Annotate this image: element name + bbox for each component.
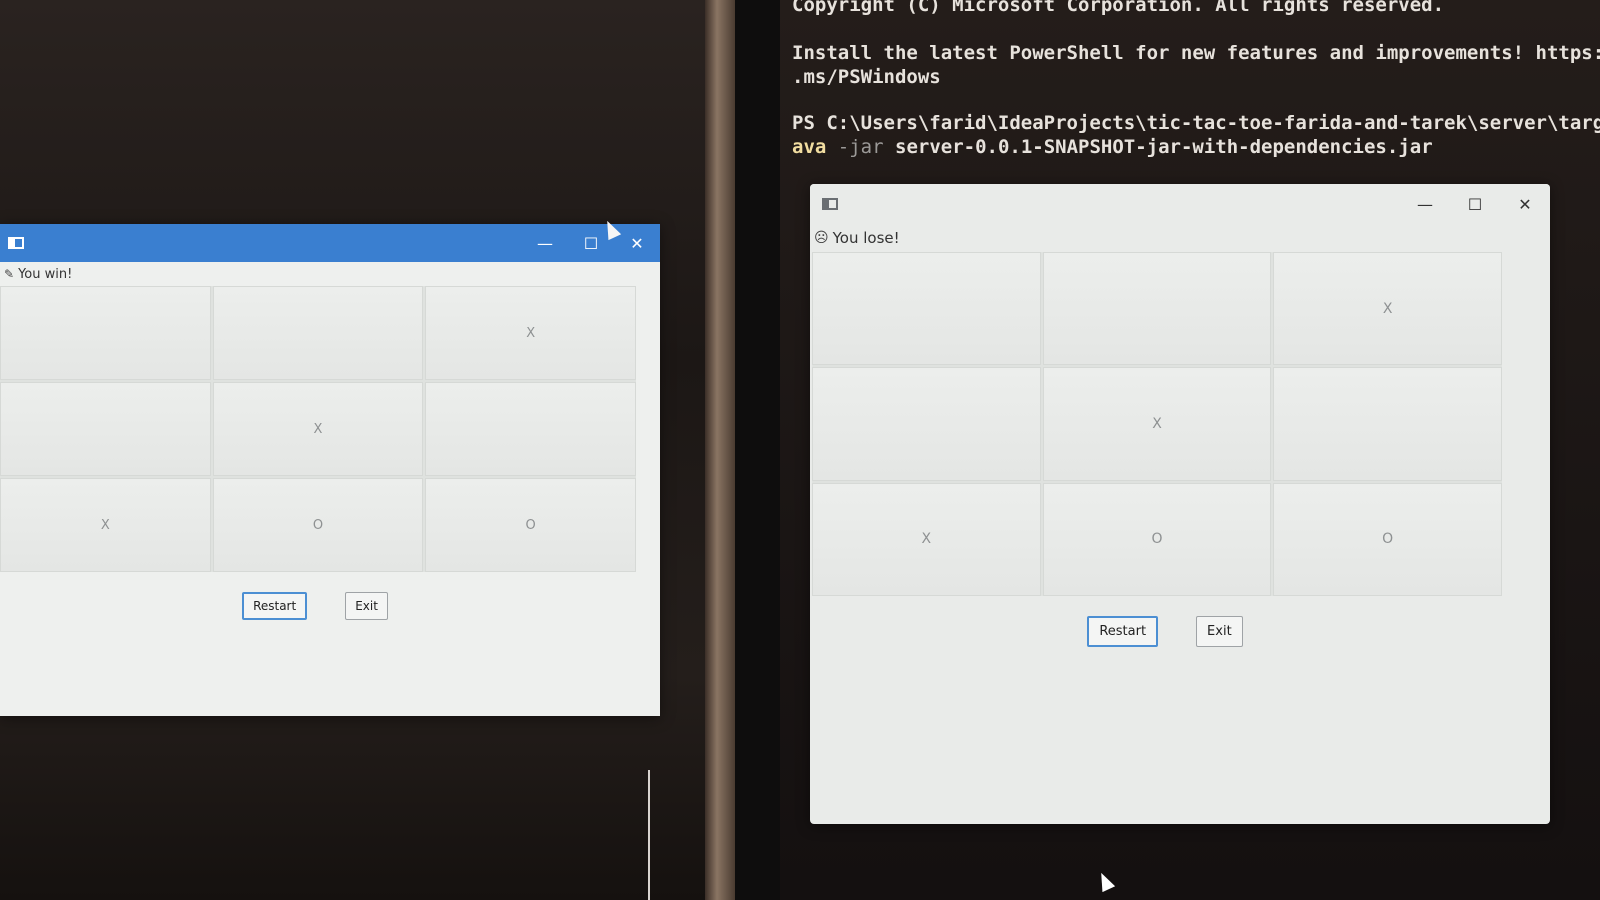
sad-face-icon: ☹ [814,230,829,246]
left-button-row: Restart Exit [0,592,660,620]
right-board: X X X O O [812,252,1502,596]
right-game-window: — ☐ ✕ ☹ You lose! X X X O O Restart Exit [810,184,1550,824]
right-board-cell[interactable]: X [812,482,1041,596]
right-board-cell[interactable]: O [1042,482,1272,596]
terminal-command-keyword: ava [792,136,827,158]
left-board-cell[interactable] [425,382,636,476]
exit-button[interactable]: Exit [1196,616,1243,647]
terminal-command: ava -jar server-0.0.1-SNAPSHOT-jar-with-… [792,136,1433,158]
restart-button[interactable]: Restart [1087,616,1159,647]
right-status-bar: ☹ You lose! [810,224,1550,252]
right-board-cell[interactable] [812,367,1041,481]
terminal-command-flag: -jar [837,136,884,158]
left-board-cell[interactable]: O [212,478,424,572]
left-window-titlebar[interactable]: — ☐ ✕ [0,224,660,262]
maximize-button[interactable]: ☐ [1450,184,1500,224]
terminal-install-line-cont: .ms/PSWindows [792,66,941,88]
left-board: X X X O O [0,286,636,572]
left-status-bar: ✎ You win! [0,262,660,286]
right-board-cell[interactable] [1042,252,1272,366]
exit-button[interactable]: Exit [345,592,388,620]
left-game-window: — ☐ ✕ ✎ You win! X X X O O Restart Exit [0,224,660,716]
right-window-titlebar[interactable]: — ☐ ✕ [810,184,1550,224]
close-button[interactable]: ✕ [1500,184,1550,224]
right-board-cell[interactable]: X [1273,252,1502,366]
terminal-command-file: server-0.0.1-SNAPSHOT-jar-with-dependenc… [895,136,1433,158]
right-window-controls: — ☐ ✕ [1400,184,1550,224]
right-board-cell[interactable] [1273,367,1502,481]
cable-line [648,770,650,900]
app-window-icon [8,237,24,249]
left-board-cell[interactable]: X [0,478,211,572]
terminal-prompt: PS C:\Users\farid\IdeaProjects\tic-tac-t… [792,112,1600,134]
left-status-text: You win! [18,266,73,282]
minimize-button[interactable]: — [1400,184,1450,224]
monitor-gap [705,0,735,900]
close-button[interactable]: ✕ [614,224,660,262]
left-board-cell[interactable]: X [212,382,424,476]
left-board-cell[interactable] [0,286,211,380]
trophy-icon: ✎ [4,267,15,281]
right-monitor-bezel [735,0,780,900]
app-window-icon [822,198,838,210]
right-status-text: You lose! [832,229,900,247]
right-board-cell[interactable]: O [1273,482,1502,596]
terminal-copyright-line: Copyright (C) Microsoft Corporation. All… [792,0,1445,16]
left-board-cell[interactable] [0,382,211,476]
left-board-cell[interactable]: O [425,478,636,572]
left-board-cell[interactable]: X [425,286,636,380]
restart-button[interactable]: Restart [242,592,308,620]
right-button-row: Restart Exit [810,616,1550,647]
left-window-controls: — ☐ ✕ [522,224,660,262]
right-board-cell[interactable]: X [1042,367,1272,481]
left-board-cell[interactable] [212,286,424,380]
right-board-cell[interactable] [812,252,1041,366]
terminal-install-line: Install the latest PowerShell for new fe… [792,42,1600,64]
minimize-button[interactable]: — [522,224,568,262]
